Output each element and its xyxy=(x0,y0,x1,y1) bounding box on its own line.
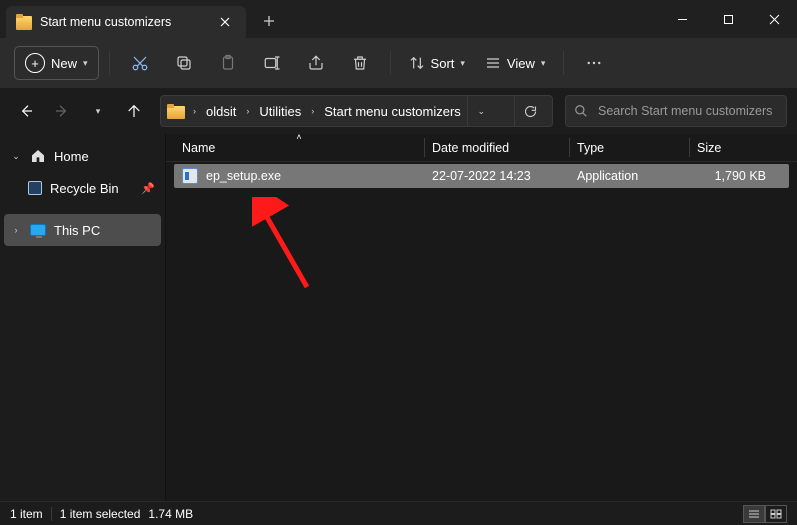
chevron-right-icon: › xyxy=(189,106,200,116)
separator xyxy=(51,507,52,521)
new-tab-button[interactable] xyxy=(254,6,284,36)
column-header-type[interactable]: Type xyxy=(569,134,689,161)
sort-button[interactable]: Sort ▾ xyxy=(401,46,473,80)
column-label: Name xyxy=(182,141,215,155)
sidebar: ⌄ Home Recycle Bin 📌 › This PC xyxy=(0,134,166,501)
sidebar-item-label: Recycle Bin xyxy=(50,181,119,196)
address-bar[interactable]: › oldsit › Utilities › Start menu custom… xyxy=(160,95,553,127)
chevron-down-icon: ⌄ xyxy=(10,151,22,162)
forward-button[interactable] xyxy=(46,95,78,127)
content-area: Name ˄ Date modified Type Size ep_setup.… xyxy=(166,134,797,501)
toolbar: + New ▾ Sort ▾ View ▾ xyxy=(0,38,797,88)
breadcrumb-segment[interactable]: oldsit xyxy=(204,104,238,119)
tab-title: Start menu customizers xyxy=(40,15,171,29)
chevron-down-icon: ▾ xyxy=(460,58,465,69)
chevron-right-icon: › xyxy=(307,106,318,116)
new-label: New xyxy=(51,56,77,71)
sidebar-item-this-pc[interactable]: › This PC xyxy=(4,214,161,246)
recycle-bin-icon xyxy=(28,181,42,195)
paste-button[interactable] xyxy=(208,46,248,80)
minimize-button[interactable] xyxy=(659,0,705,38)
details-view-button[interactable] xyxy=(743,505,765,523)
monitor-icon xyxy=(30,222,46,238)
file-list[interactable]: ep_setup.exe 22-07-2022 14:23 Applicatio… xyxy=(166,162,797,501)
search-input[interactable] xyxy=(596,103,778,119)
plus-icon: + xyxy=(25,53,45,73)
column-headers: Name ˄ Date modified Type Size xyxy=(166,134,797,162)
refresh-button[interactable] xyxy=(514,96,546,126)
search-icon xyxy=(574,104,588,118)
cut-button[interactable] xyxy=(120,46,160,80)
folder-icon xyxy=(16,14,32,30)
sort-ascending-icon: ˄ xyxy=(296,132,301,142)
sort-label: Sort xyxy=(431,56,455,71)
file-name: ep_setup.exe xyxy=(206,169,281,183)
separator xyxy=(109,51,110,75)
pin-icon: 📌 xyxy=(141,182,155,195)
separator xyxy=(390,51,391,75)
column-label: Date modified xyxy=(432,141,509,155)
chevron-down-icon: ▾ xyxy=(83,58,88,69)
maximize-button[interactable] xyxy=(705,0,751,38)
sidebar-item-label: Home xyxy=(54,149,89,164)
folder-icon xyxy=(167,104,185,119)
view-button[interactable]: View ▾ xyxy=(477,46,553,80)
chevron-right-icon: › xyxy=(242,106,253,116)
view-label: View xyxy=(507,56,535,71)
address-row: ▾ › oldsit › Utilities › Start menu cust… xyxy=(0,88,797,134)
cell-date: 22-07-2022 14:23 xyxy=(424,169,569,183)
column-header-size[interactable]: Size xyxy=(689,134,774,161)
separator xyxy=(563,51,564,75)
status-bar: 1 item 1 item selected 1.74 MB xyxy=(0,501,797,525)
status-selected-count: 1 item selected xyxy=(60,507,141,521)
chevron-right-icon: › xyxy=(10,225,22,235)
status-selected-size: 1.74 MB xyxy=(148,507,193,521)
back-button[interactable] xyxy=(10,95,42,127)
tab-active[interactable]: Start menu customizers xyxy=(6,6,246,38)
breadcrumb-segment[interactable]: Start menu customizers xyxy=(322,104,463,119)
cell-name: ep_setup.exe xyxy=(174,168,424,184)
rename-button[interactable] xyxy=(252,46,292,80)
close-button[interactable] xyxy=(751,0,797,38)
home-icon xyxy=(30,148,46,164)
breadcrumb-segment[interactable]: Utilities xyxy=(257,104,303,119)
tab-close-button[interactable] xyxy=(214,11,236,33)
titlebar: Start menu customizers xyxy=(0,0,797,38)
column-header-date[interactable]: Date modified xyxy=(424,134,569,161)
sidebar-item-label: This PC xyxy=(54,223,100,238)
sidebar-item-recycle-bin[interactable]: Recycle Bin 📌 xyxy=(4,172,161,204)
sidebar-item-home[interactable]: ⌄ Home xyxy=(4,140,161,172)
main: ⌄ Home Recycle Bin 📌 › This PC Name ˄ Da… xyxy=(0,134,797,501)
cell-size: 1,790 KB xyxy=(689,169,774,183)
window-controls xyxy=(659,0,797,38)
recent-button[interactable]: ▾ xyxy=(82,95,114,127)
search-box[interactable] xyxy=(565,95,787,127)
column-label: Type xyxy=(577,141,604,155)
history-dropdown-button[interactable]: ⌄ xyxy=(467,96,495,126)
status-item-count: 1 item xyxy=(10,507,43,521)
column-label: Size xyxy=(697,141,721,155)
more-button[interactable] xyxy=(574,46,614,80)
application-icon xyxy=(182,168,198,184)
cell-type: Application xyxy=(569,169,689,183)
column-header-name[interactable]: Name ˄ xyxy=(174,134,424,161)
spacer xyxy=(4,204,161,214)
copy-button[interactable] xyxy=(164,46,204,80)
file-row[interactable]: ep_setup.exe 22-07-2022 14:23 Applicatio… xyxy=(174,164,789,188)
thumbnails-view-button[interactable] xyxy=(765,505,787,523)
chevron-down-icon: ▾ xyxy=(541,58,546,69)
share-button[interactable] xyxy=(296,46,336,80)
new-button[interactable]: + New ▾ xyxy=(14,46,99,80)
up-button[interactable] xyxy=(118,95,150,127)
delete-button[interactable] xyxy=(340,46,380,80)
view-mode-buttons xyxy=(743,505,787,523)
